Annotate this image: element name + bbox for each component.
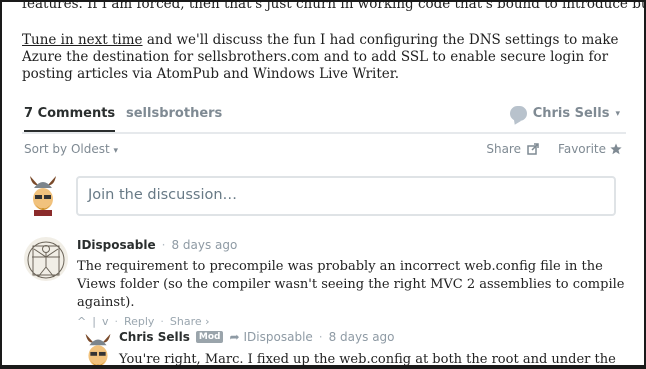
favorite-label: Favorite [558,142,606,156]
comment-reply: Chris Sells Mod ➦ IDisposable · 8 days a… [119,330,639,367]
user-menu[interactable]: Chris Sells ▾ [509,106,620,121]
separator-dot: · [160,315,164,328]
star-icon [610,143,622,155]
comment-actions: ^ | v · Reply · Share › [77,315,637,328]
share-comment-button[interactable]: Share › [170,315,210,328]
article-cut-line: features. If I am forced, then that's ju… [22,0,646,12]
share-button[interactable]: Share [486,142,540,156]
reply-button[interactable]: Reply [124,315,154,328]
speech-bubble-icon [509,106,527,121]
comment-meta: IDisposable · 8 days ago [77,238,637,252]
share-label: Share [486,142,521,156]
comment-author[interactable]: Chris Sells [119,330,190,344]
article-paragraph: Tune in next time and we'll discuss the … [22,32,622,83]
tune-in-link[interactable]: Tune in next time [22,32,143,48]
separator-dot: · [114,315,118,328]
comment-author[interactable]: IDisposable [77,238,156,252]
comment-meta: Chris Sells Mod ➦ IDisposable · 8 days a… [119,330,639,344]
viking-avatar-icon [81,330,115,365]
comment-time[interactable]: 8 days ago [171,238,237,252]
comment-body: You're right, Marc. I fixed up the web.c… [119,352,616,367]
chevron-down-icon: ▾ [615,108,620,119]
upvote-button[interactable]: ^ [77,315,86,328]
arrow-right-icon: ➦ [229,330,240,344]
user-name: Chris Sells [532,106,610,121]
sort-dropdown[interactable]: Sort by Oldest ▾ [24,142,118,156]
share-icon [527,143,539,155]
separator-dot: · [318,330,323,344]
avatar [24,237,68,281]
viking-avatar-icon [26,172,60,216]
sort-label: Sort by Oldest [24,142,110,156]
screenshot-frame: features. If I am forced, then that's ju… [0,0,646,369]
comment-time[interactable]: 8 days ago [329,330,395,344]
comment: IDisposable · 8 days ago The requirement… [77,238,637,328]
avatar [80,330,116,365]
vitruvian-avatar-icon [24,237,68,281]
reply-to-link[interactable]: ➦ IDisposable [229,330,312,344]
vote-divider: | [92,315,96,328]
tab-comments[interactable]: 7 Comments [24,106,116,132]
favorite-button[interactable]: Favorite [558,142,622,156]
chevron-down-icon: ▾ [113,146,119,156]
downvote-button[interactable]: v [102,315,109,328]
separator-dot: · [161,238,166,252]
join-discussion-input[interactable]: Join the discussion… [76,176,616,216]
tab-community[interactable]: sellsbrothers [126,106,222,121]
mod-badge: Mod [195,331,224,343]
comment-body: The requirement to precompile was probab… [77,259,625,310]
sort-bar: Sort by Oldest ▾ Share Favorite [24,142,622,160]
user-avatar [26,172,60,216]
comments-tabbar: 7 Comments sellsbrothers Chris Sells ▾ [22,102,626,134]
reply-to-name: IDisposable [243,330,313,344]
